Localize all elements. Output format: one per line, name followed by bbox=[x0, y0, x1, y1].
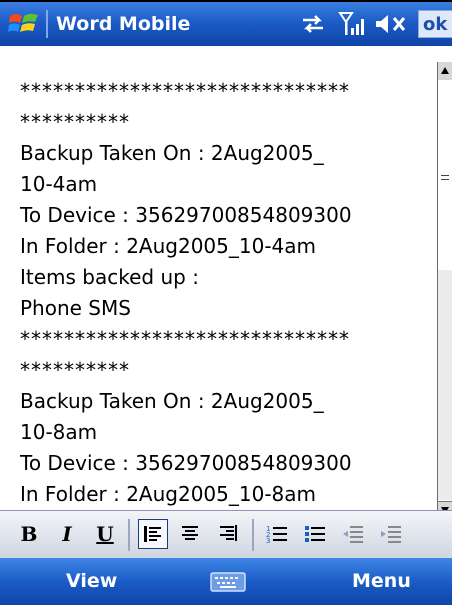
document-area[interactable]: ****************************** **********… bbox=[0, 46, 437, 510]
document-line[interactable]: Backup Taken On : 2Aug2005_ bbox=[20, 138, 435, 169]
separator-line[interactable]: ********** bbox=[20, 107, 435, 138]
separator-line[interactable]: ********** bbox=[20, 355, 435, 386]
signal-strength-icon[interactable] bbox=[338, 10, 366, 38]
document-line[interactable]: To Device : 35629700854809300 bbox=[20, 200, 435, 231]
align-left-button[interactable] bbox=[138, 519, 168, 549]
decrease-indent-icon bbox=[343, 526, 363, 543]
volume-muted-icon[interactable] bbox=[374, 13, 410, 35]
italic-button[interactable]: I bbox=[52, 519, 82, 549]
underline-button[interactable]: U bbox=[90, 519, 120, 549]
title-divider bbox=[46, 10, 48, 38]
vertical-scrollbar[interactable] bbox=[437, 62, 452, 520]
svg-text:3: 3 bbox=[266, 537, 270, 544]
keyboard-icon[interactable] bbox=[210, 572, 246, 592]
view-softkey[interactable]: View bbox=[66, 570, 117, 592]
activesync-icon[interactable] bbox=[300, 12, 326, 36]
separator-line[interactable]: ****************************** bbox=[20, 324, 435, 355]
document-line[interactable]: 10-8am bbox=[20, 417, 435, 448]
numbered-list-icon: 1 2 3 bbox=[266, 525, 287, 544]
app-title: Word Mobile bbox=[56, 13, 191, 35]
scroll-track[interactable] bbox=[438, 270, 452, 500]
align-center-button[interactable] bbox=[176, 519, 206, 549]
toolbar-separator bbox=[252, 519, 254, 551]
scroll-grip-icon bbox=[441, 175, 449, 180]
title-bar: Word Mobile ok bbox=[0, 0, 452, 46]
document-line[interactable]: To Device : 35629700854809300 bbox=[20, 448, 435, 479]
align-right-icon bbox=[220, 525, 237, 541]
numbered-list-button[interactable]: 1 2 3 bbox=[262, 519, 292, 549]
increase-indent-button[interactable] bbox=[376, 519, 406, 549]
bold-button[interactable]: B bbox=[14, 519, 44, 549]
softkey-bar: View Menu bbox=[0, 558, 452, 605]
bullet-list-button[interactable] bbox=[300, 519, 330, 549]
scroll-thumb[interactable] bbox=[438, 80, 452, 271]
ok-button[interactable]: ok bbox=[418, 10, 452, 38]
increase-indent-icon bbox=[381, 526, 401, 543]
decrease-indent-button[interactable] bbox=[338, 519, 368, 549]
align-left-icon bbox=[144, 526, 161, 542]
document-line[interactable]: 10-4am bbox=[20, 169, 435, 200]
document-line[interactable]: Backup Taken On : 2Aug2005_ bbox=[20, 386, 435, 417]
toolbar-separator bbox=[128, 519, 130, 551]
menu-softkey[interactable]: Menu bbox=[352, 570, 411, 592]
document-line[interactable]: Items backed up : bbox=[20, 262, 435, 293]
formatting-toolbar: B I U 1 2 3 bbox=[0, 510, 452, 558]
separator-line[interactable]: ****************************** bbox=[20, 76, 435, 107]
document-line[interactable]: In Folder : 2Aug2005_10-8am bbox=[20, 479, 435, 510]
document-text[interactable]: ****************************** **********… bbox=[20, 76, 435, 510]
document-line[interactable]: Phone SMS bbox=[20, 293, 435, 324]
start-menu-icon[interactable] bbox=[8, 10, 40, 38]
scroll-up-arrow-icon[interactable] bbox=[438, 62, 452, 81]
align-right-button[interactable] bbox=[214, 519, 244, 549]
align-center-icon bbox=[182, 526, 198, 540]
document-line[interactable]: In Folder : 2Aug2005_10-4am bbox=[20, 231, 435, 262]
bullet-list-icon bbox=[305, 526, 325, 542]
